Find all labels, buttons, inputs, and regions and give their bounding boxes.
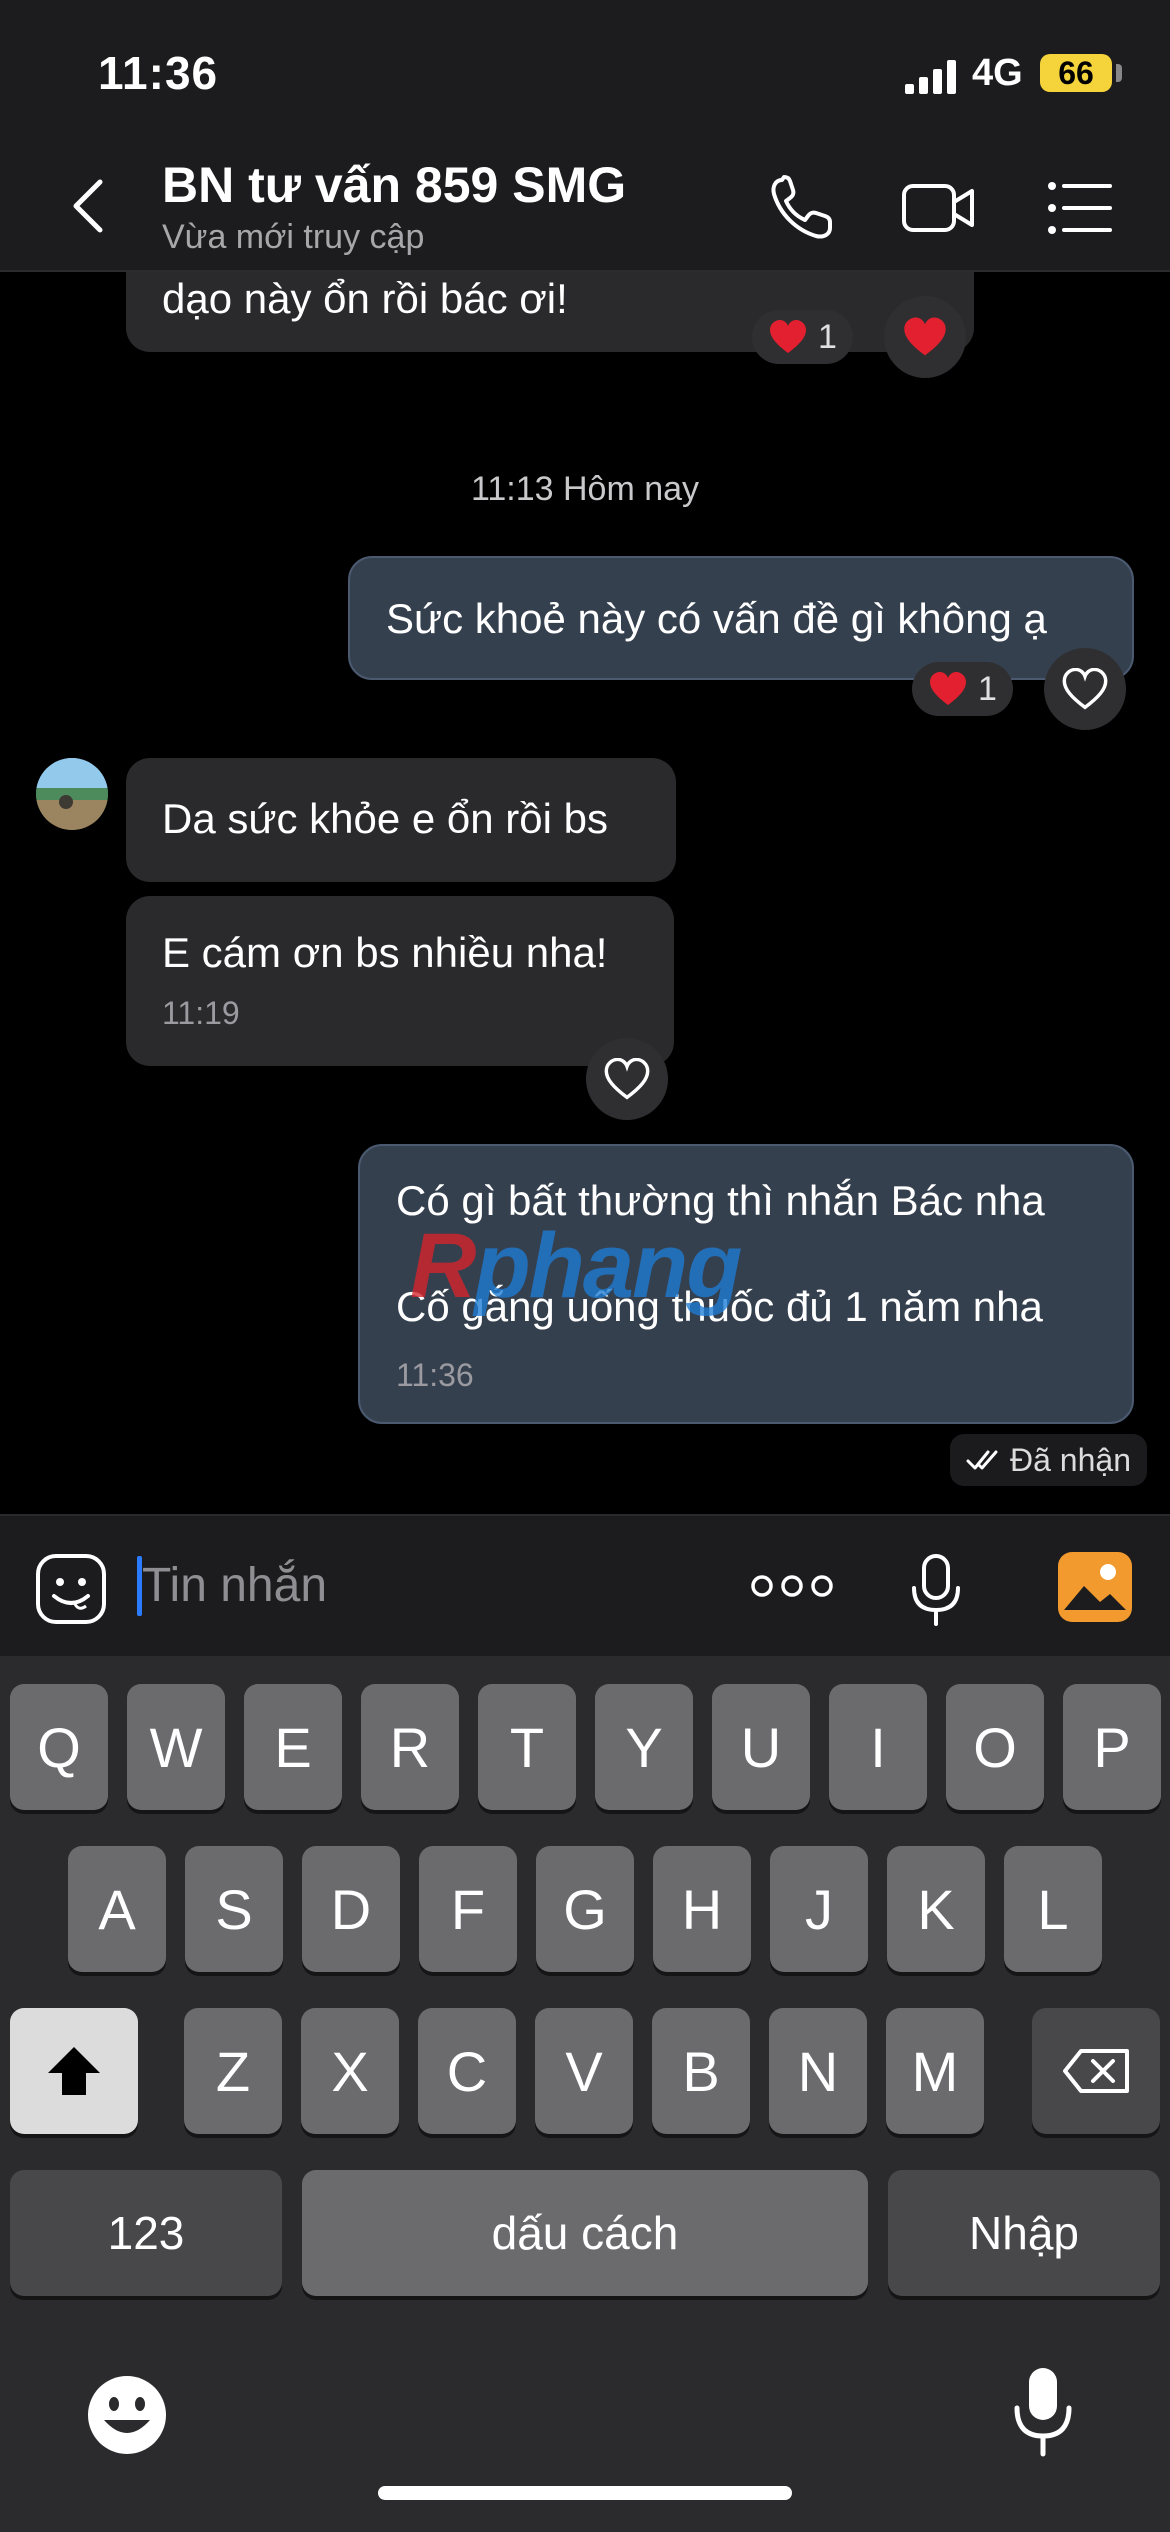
key-v[interactable]: V — [535, 2008, 633, 2134]
watermark-logo: Rphang — [410, 1215, 742, 1317]
heart-emoji-icon — [928, 671, 968, 707]
react-heart-button[interactable] — [884, 296, 966, 378]
image-icon[interactable] — [1056, 1550, 1134, 1624]
key-k[interactable]: K — [887, 1846, 985, 1972]
phone-icon[interactable] — [762, 172, 842, 244]
status-bar: 11:36 4G 66 — [0, 0, 1170, 150]
key-c[interactable]: C — [418, 2008, 516, 2134]
last-seen-status: Vừa mới truy cập — [162, 218, 425, 256]
key-d[interactable]: D — [302, 1846, 400, 1972]
key-f[interactable]: F — [419, 1846, 517, 1972]
heart-outline-icon — [604, 1058, 650, 1100]
react-heart-button[interactable] — [586, 1038, 668, 1120]
back-chevron-icon[interactable] — [60, 176, 120, 236]
shift-key[interactable] — [10, 2008, 138, 2134]
backspace-icon — [1063, 2049, 1129, 2093]
key-n[interactable]: N — [769, 2008, 867, 2134]
onscreen-keyboard: QWERTYUIOP ASDFGHJKL ZXCVBNM 123 dấu các… — [0, 1656, 1170, 2532]
reaction-count-pill[interactable]: 1 — [752, 310, 853, 364]
message-time: 11:36 — [396, 1357, 474, 1393]
key-r[interactable]: R — [361, 1684, 459, 1810]
incoming-message[interactable]: Da sức khỏe e ổn rồi bs — [126, 758, 676, 882]
contact-avatar[interactable] — [36, 758, 108, 830]
key-l[interactable]: L — [1004, 1846, 1102, 1972]
key-i[interactable]: I — [829, 1684, 927, 1810]
dictation-mic-icon[interactable] — [1012, 2366, 1074, 2458]
key-p[interactable]: P — [1063, 1684, 1161, 1810]
key-x[interactable]: X — [301, 2008, 399, 2134]
key-y[interactable]: Y — [595, 1684, 693, 1810]
react-heart-button[interactable] — [1044, 648, 1126, 730]
delivery-status: Đã nhận — [950, 1434, 1147, 1486]
key-o[interactable]: O — [946, 1684, 1044, 1810]
contact-name[interactable]: BN tư vấn 859 SMG — [162, 156, 626, 214]
key-m[interactable]: M — [886, 2008, 984, 2134]
key-j[interactable]: J — [770, 1846, 868, 1972]
message-input-bar: Tin nhắn — [0, 1514, 1170, 1656]
message-text: E cám ơn bs nhiều nha! — [162, 929, 608, 976]
reaction-count: 1 — [818, 317, 837, 356]
key-u[interactable]: U — [712, 1684, 810, 1810]
video-call-icon[interactable] — [898, 172, 978, 244]
sticker-icon[interactable] — [34, 1552, 108, 1626]
more-options-icon[interactable] — [750, 1568, 834, 1604]
space-key[interactable]: dấu cách — [302, 2170, 868, 2296]
key-s[interactable]: S — [185, 1846, 283, 1972]
message-list[interactable]: dạo này ổn rồi bác ơi! 1 11:13 Hôm nay S… — [0, 272, 1170, 1514]
double-check-icon — [966, 1450, 998, 1470]
incoming-message[interactable]: E cám ơn bs nhiều nha! 11:19 — [126, 896, 674, 1066]
reaction-count-pill[interactable]: 1 — [912, 662, 1013, 716]
day-separator: 11:13 Hôm nay — [470, 470, 700, 508]
network-type: 4G — [972, 52, 1023, 94]
message-text: Sức khoẻ này có vấn đề gì không ạ — [386, 595, 1047, 642]
key-t[interactable]: T — [478, 1684, 576, 1810]
outgoing-message[interactable]: Sức khoẻ này có vấn đề gì không ạ — [348, 556, 1134, 680]
numbers-key[interactable]: 123 — [10, 2170, 282, 2296]
heart-outline-icon — [1062, 668, 1108, 710]
key-z[interactable]: Z — [184, 2008, 282, 2134]
backspace-key[interactable] — [1032, 2008, 1160, 2134]
key-b[interactable]: B — [652, 2008, 750, 2134]
battery-level: 66 — [1040, 54, 1112, 92]
home-indicator — [378, 2486, 792, 2500]
heart-emoji-icon — [768, 319, 808, 355]
battery-tip — [1116, 64, 1122, 82]
delivery-status-text: Đã nhận — [1010, 1441, 1131, 1478]
message-text: Da sức khỏe e ổn rồi bs — [162, 795, 609, 842]
message-text: dạo này ổn rồi bác ơi! — [162, 275, 568, 322]
key-g[interactable]: G — [536, 1846, 634, 1972]
microphone-icon[interactable] — [908, 1552, 964, 1628]
key-h[interactable]: H — [653, 1846, 751, 1972]
emoji-icon[interactable] — [86, 2374, 168, 2456]
chat-header: BN tư vấn 859 SMG Vừa mới truy cập — [0, 150, 1170, 272]
key-e[interactable]: E — [244, 1684, 342, 1810]
message-input[interactable]: Tin nhắn — [142, 1558, 327, 1613]
signal-strength-icon — [905, 60, 956, 94]
key-q[interactable]: Q — [10, 1684, 108, 1810]
return-key[interactable]: Nhập — [888, 2170, 1160, 2296]
heart-filled-icon — [904, 317, 946, 356]
key-w[interactable]: W — [127, 1684, 225, 1810]
reaction-count: 1 — [978, 669, 997, 708]
message-time: 11:19 — [162, 995, 240, 1031]
shift-icon — [48, 2047, 100, 2095]
status-time: 11:36 — [98, 47, 219, 99]
key-a[interactable]: A — [68, 1846, 166, 1972]
menu-list-icon[interactable] — [1040, 172, 1120, 244]
